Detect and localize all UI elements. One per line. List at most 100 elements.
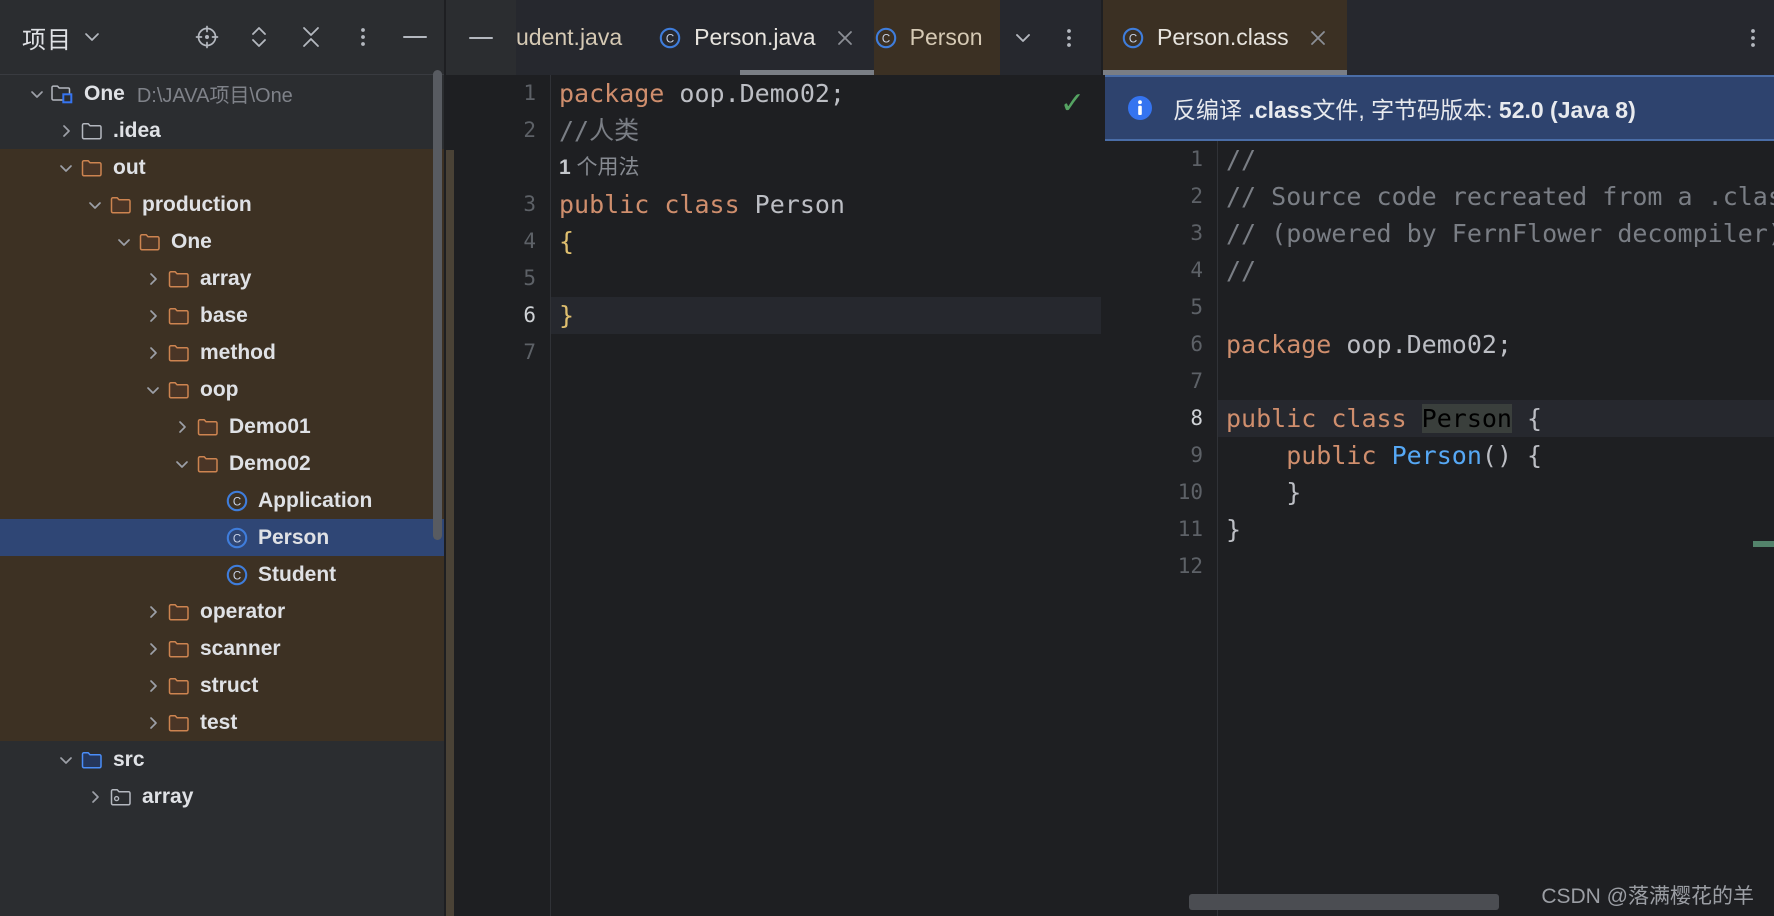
code-line[interactable]: } [1218, 474, 1774, 511]
chevron-down-icon[interactable] [53, 747, 79, 773]
tree-item-demo02[interactable]: Demo02 [0, 445, 446, 482]
project-title-group[interactable]: 项目 [22, 20, 102, 55]
project-tree-scrollbar[interactable] [433, 70, 442, 540]
code-line[interactable]: package oop.Demo02; [1218, 326, 1774, 363]
more-options-icon[interactable] [346, 20, 380, 54]
editor-options-icon[interactable] [1723, 0, 1774, 75]
code-line[interactable] [551, 260, 1101, 297]
chevron-right-icon[interactable] [82, 784, 108, 810]
line-number-gutter-left[interactable]: 1 2 3 4 5 6 7 [476, 75, 550, 916]
tab-list-dropdown-icon[interactable] [1000, 0, 1046, 75]
banner-bold-class: .class [1248, 97, 1313, 123]
code-token: Person [1391, 441, 1482, 470]
chevron-down-icon[interactable] [82, 192, 108, 218]
code-vision-usage-hint[interactable]: 1 个用法 [551, 149, 1101, 186]
chevron-right-icon[interactable] [140, 303, 166, 329]
project-tree[interactable]: One D:\JAVA项目\One .idea out production One arr… [0, 75, 446, 916]
editor-tabbar-left[interactable]: udent.java C Person.java C Person [446, 0, 1101, 75]
code-line[interactable] [1218, 363, 1774, 400]
code-pane-person-class[interactable]: 1 2 3 4 5 6 7 8 9 10 11 12 // // Source code recreat… [1103, 141, 1774, 916]
chevron-right-icon[interactable] [140, 266, 166, 292]
folder-blue-icon [79, 747, 105, 773]
line-number-gutter-right[interactable]: 1 2 3 4 5 6 7 8 9 10 11 12 [1133, 141, 1217, 916]
code-line[interactable]: // [1218, 141, 1774, 178]
chevron-down-icon[interactable] [82, 27, 102, 47]
chevron-down-icon[interactable] [24, 81, 50, 107]
tree-item-array[interactable]: array [0, 260, 446, 297]
hide-tool-window-icon[interactable] [398, 20, 432, 54]
scrollbar-marker-caret[interactable] [1752, 541, 1774, 547]
code-line[interactable]: //人类 [551, 112, 1101, 149]
tree-item-operator[interactable]: operator [0, 593, 446, 630]
code-line[interactable]: public class Person { [1218, 400, 1774, 437]
chevron-down-icon[interactable] [140, 377, 166, 403]
code-line[interactable] [1218, 289, 1774, 326]
expand-collapse-icon[interactable] [242, 20, 276, 54]
info-icon [1125, 93, 1155, 123]
tree-item-oop[interactable]: oop [0, 371, 446, 408]
chevron-right-icon[interactable] [53, 118, 79, 144]
close-icon[interactable] [1307, 27, 1329, 49]
code-line[interactable] [551, 334, 1101, 371]
tree-item-person[interactable]: C Person [0, 519, 446, 556]
code-line[interactable]: public Person() { [1218, 437, 1774, 474]
chevron-down-icon[interactable] [111, 229, 137, 255]
code-token: // Source code recreated from a .clas [1226, 182, 1774, 211]
code-line[interactable]: // [1218, 252, 1774, 289]
tree-item-struct[interactable]: struct [0, 667, 446, 704]
tree-item-src[interactable]: src [0, 741, 446, 778]
tree-item-application[interactable]: C Application [0, 482, 446, 519]
code-line[interactable]: { [551, 223, 1101, 260]
tree-item-production[interactable]: production [0, 186, 446, 223]
tree-item-student[interactable]: C Student [0, 556, 446, 593]
chevron-right-icon[interactable] [140, 599, 166, 625]
code-line[interactable]: } [551, 297, 1101, 334]
tree-item-out[interactable]: out [0, 149, 446, 186]
tree-item-scanner[interactable]: scanner [0, 630, 446, 667]
editor-split: udent.java C Person.java C Person 1234567 pa… [446, 0, 1774, 916]
chevron-right-icon[interactable] [140, 673, 166, 699]
tree-item-demo01[interactable]: Demo01 [0, 408, 446, 445]
chevron-right-icon[interactable] [140, 340, 166, 366]
code-line[interactable]: } [1218, 511, 1774, 548]
code-text-right[interactable]: // // Source code recreated from a .clas /… [1217, 141, 1774, 916]
code-line[interactable]: // (powered by FernFlower decompiler) [1218, 215, 1774, 252]
code-line[interactable]: // Source code recreated from a .clas [1218, 178, 1774, 215]
code-line[interactable]: public class Person [551, 186, 1101, 223]
collapse-all-icon[interactable] [294, 20, 328, 54]
close-icon[interactable] [834, 27, 856, 49]
code-text-left[interactable]: package oop.Demo02;//人类 1 个用法 public class… [550, 75, 1101, 916]
java-class-icon: C [1121, 26, 1145, 50]
select-opened-file-icon[interactable] [190, 20, 224, 54]
chevron-down-icon[interactable] [53, 155, 79, 181]
chevron-down-icon[interactable] [169, 451, 195, 477]
horizontal-scrollbar-thumb[interactable] [1189, 894, 1499, 910]
tree-item-method[interactable]: method [0, 334, 446, 371]
chevron-right-icon[interactable] [140, 636, 166, 662]
tree-item-label: Person [258, 525, 330, 549]
editor-tabbar-right[interactable]: C Person.class [1103, 0, 1774, 75]
tree-item-array[interactable]: array [0, 778, 446, 815]
tree-item-one[interactable]: One D:\JAVA项目\One [0, 75, 446, 112]
tree-item-one[interactable]: One [0, 223, 446, 260]
editor-tab-udent-java[interactable]: udent.java [516, 0, 641, 75]
inspection-status-icon[interactable]: ✓ [1060, 89, 1085, 119]
annotation-gutter-right[interactable] [1103, 141, 1133, 916]
editor-tab-person-java[interactable]: C Person.java [640, 0, 875, 75]
editor-tab-person[interactable]: C Person [873, 0, 1001, 75]
hide-tool-window-icon-left[interactable] [446, 0, 516, 75]
tree-item-label: method [200, 340, 276, 364]
tree-item-label: Student [258, 562, 337, 586]
folder-orange-icon [166, 710, 192, 736]
editor-tab-person-class[interactable]: C Person.class [1103, 0, 1347, 75]
code-line[interactable]: package oop.Demo02; [551, 75, 1101, 112]
tree-item--idea[interactable]: .idea [0, 112, 446, 149]
code-pane-person-java[interactable]: 1234567 package oop.Demo02;//人类 1 个用法 publ… [446, 75, 1101, 916]
editor-options-icon[interactable] [1046, 0, 1092, 75]
tree-item-test[interactable]: test [0, 704, 446, 741]
code-line[interactable] [1218, 548, 1774, 585]
chevron-right-icon[interactable] [140, 710, 166, 736]
svg-text:C: C [233, 570, 241, 582]
chevron-right-icon[interactable] [169, 414, 195, 440]
tree-item-base[interactable]: base [0, 297, 446, 334]
